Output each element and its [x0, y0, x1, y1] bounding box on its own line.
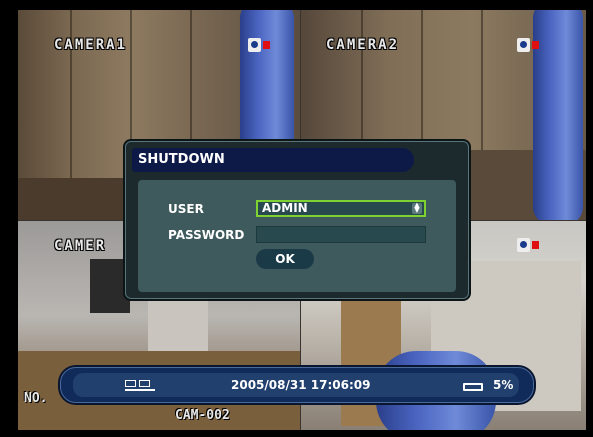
user-select[interactable]: ADMIN ▲ ▼ — [256, 200, 426, 217]
spinner-icon[interactable]: ▲ ▼ — [412, 202, 422, 214]
shutdown-dialog: SHUTDOWN USER ADMIN ▲ ▼ PASSWORD OK — [125, 141, 469, 299]
dialog-title: SHUTDOWN — [138, 152, 225, 167]
hdd-icon — [463, 383, 483, 391]
dialog-body: USER ADMIN ▲ ▼ PASSWORD OK — [138, 180, 456, 292]
password-field[interactable] — [256, 226, 426, 243]
camera-label-1: CAMERA1 — [54, 37, 128, 53]
record-indicator-icon — [248, 38, 270, 52]
record-indicator-icon — [517, 238, 539, 252]
camera-id-label: CAM-002 — [175, 408, 230, 423]
status-bar-inner: 2005/08/31 17:06:09 5% — [73, 373, 519, 397]
network-icon — [125, 380, 155, 391]
record-indicator-icon — [517, 38, 539, 52]
dialog-titlebar: SHUTDOWN — [132, 148, 414, 172]
datetime-display: 2005/08/31 17:06:09 — [231, 378, 371, 392]
user-label: USER — [168, 202, 204, 216]
camera-number-label: NO. — [24, 391, 48, 406]
camera-label-2: CAMERA2 — [326, 37, 400, 53]
ok-button[interactable]: OK — [256, 249, 314, 269]
password-label: PASSWORD — [168, 228, 245, 242]
disk-usage: 5% — [493, 378, 514, 392]
camera-label-3: CAMER — [54, 238, 107, 254]
status-bar: 2005/08/31 17:06:09 5% — [60, 367, 534, 403]
user-select-value: ADMIN — [262, 201, 308, 215]
